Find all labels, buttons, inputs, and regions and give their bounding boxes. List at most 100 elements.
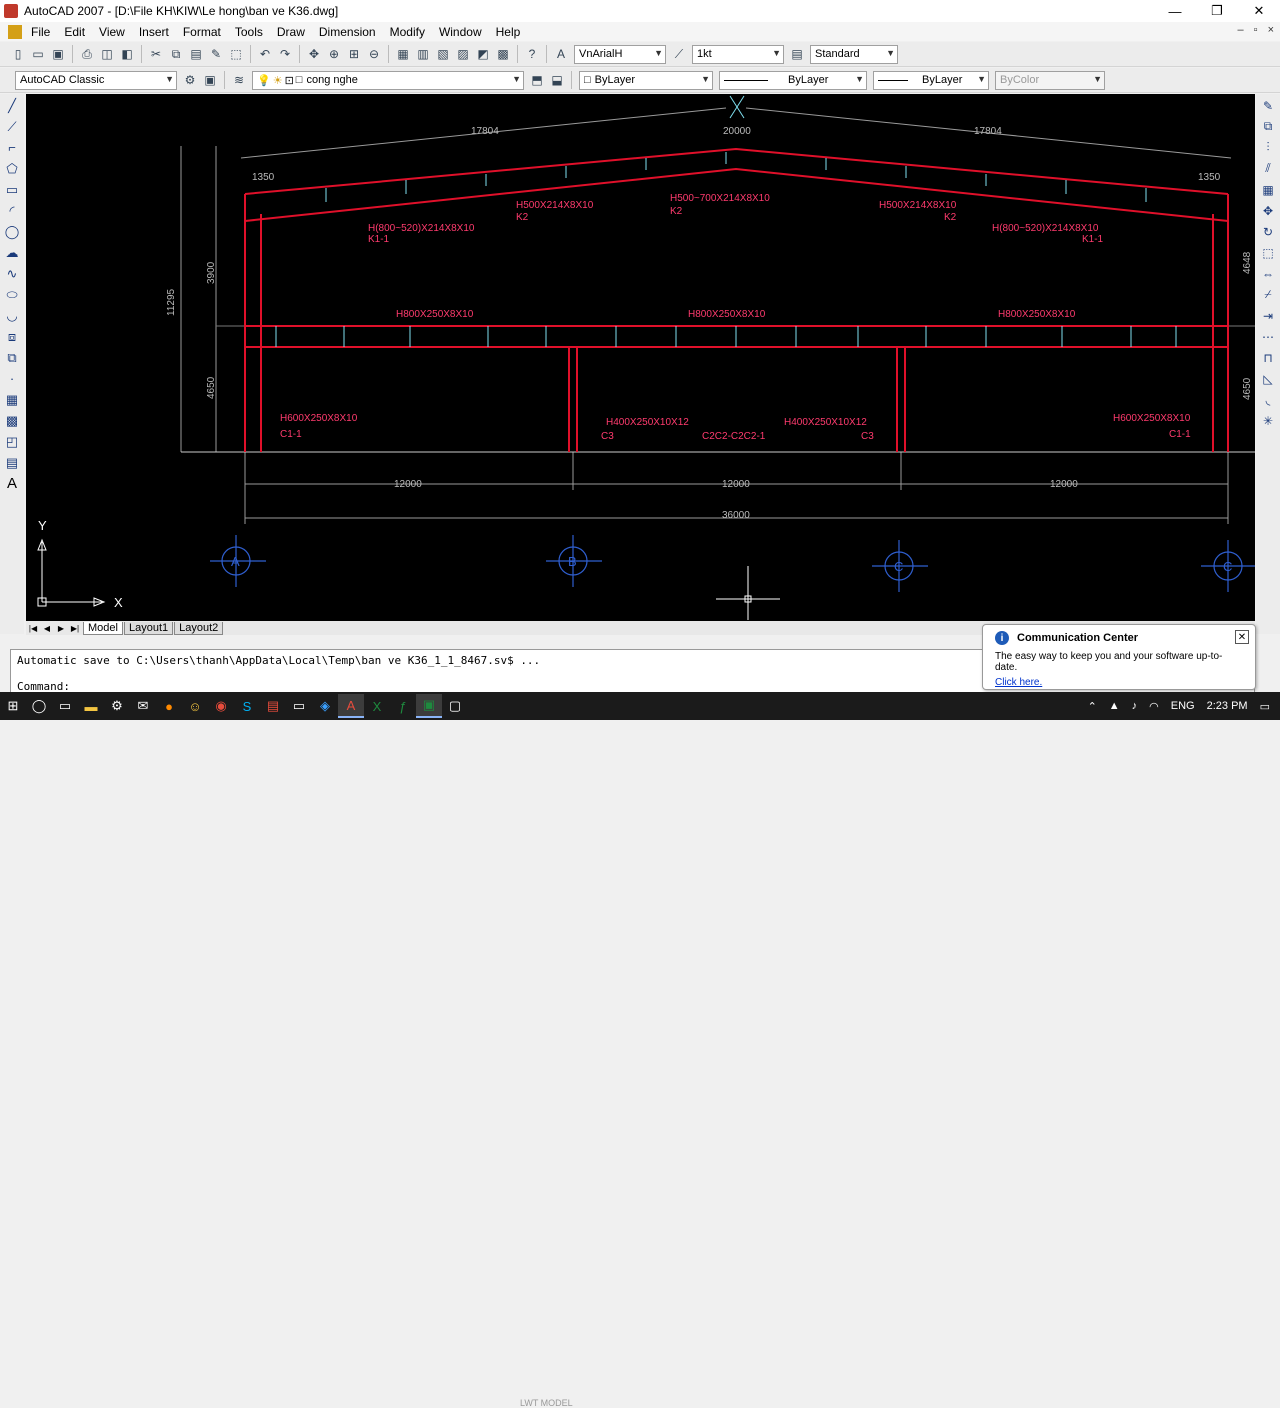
restore-button[interactable]: ❐ — [1196, 0, 1238, 22]
app-icon-6[interactable]: ▢ — [442, 694, 468, 718]
mail-icon[interactable]: ✉ — [130, 694, 156, 718]
layer-previous-icon[interactable]: ⬓ — [548, 71, 566, 89]
layer-manager-icon[interactable]: ≋ — [230, 71, 248, 89]
table-style-select[interactable]: Standard ▼ — [810, 44, 898, 64]
windows-start-icon[interactable]: ⊞ — [0, 694, 26, 718]
tab-layout2[interactable]: Layout2 — [174, 621, 224, 635]
menu-insert[interactable]: Insert — [132, 25, 176, 39]
mirror-icon[interactable]: ⫶ — [1259, 138, 1277, 157]
properties-icon[interactable]: ▦ — [394, 45, 412, 63]
rotate-icon[interactable]: ↻ — [1259, 222, 1277, 241]
offset-icon[interactable]: ⫽ — [1259, 159, 1277, 178]
scale-icon[interactable]: ⬚ — [1259, 243, 1277, 262]
menu-format[interactable]: Format — [176, 25, 228, 39]
region-icon[interactable]: ◰ — [3, 432, 21, 451]
menu-tools[interactable]: Tools — [228, 25, 270, 39]
workspace-settings-icon[interactable]: ⚙ — [181, 71, 199, 89]
insert-block-icon[interactable]: ⧈ — [3, 327, 21, 346]
menu-modify[interactable]: Modify — [383, 25, 432, 39]
menu-dimension[interactable]: Dimension — [312, 25, 383, 39]
array-icon[interactable]: ▦ — [1259, 180, 1277, 199]
cut-icon[interactable]: ✂ — [147, 45, 165, 63]
menu-view[interactable]: View — [92, 25, 132, 39]
excel-icon[interactable]: X — [364, 694, 390, 718]
prev-tab-icon[interactable]: ◀ — [40, 622, 54, 634]
markup-icon[interactable]: ◩ — [474, 45, 492, 63]
point-icon[interactable]: · — [3, 369, 21, 388]
settings-icon[interactable]: ⚙ — [104, 694, 130, 718]
file-explorer-icon[interactable]: ▬ — [78, 694, 104, 718]
minimize-button[interactable]: — — [1154, 0, 1196, 22]
zoom-previous-icon[interactable]: ⊖ — [365, 45, 383, 63]
save-icon[interactable]: ▣ — [49, 45, 67, 63]
linetype-select[interactable]: ByLayer ▼ — [719, 70, 867, 90]
emoji-app-icon[interactable]: ☺ — [182, 694, 208, 718]
menu-help[interactable]: Help — [489, 25, 528, 39]
erase-icon[interactable]: ✎ — [1259, 96, 1277, 115]
polygon-icon[interactable]: ⬠ — [3, 159, 21, 178]
menu-window[interactable]: Window — [432, 25, 489, 39]
rectangle-icon[interactable]: ▭ — [3, 180, 21, 199]
tool-palettes-icon[interactable]: ▧ — [434, 45, 452, 63]
ellipse-arc-icon[interactable]: ◡ — [3, 306, 21, 325]
layer-select[interactable]: 💡 ☀ ⊡ □ cong nghe ▼ — [252, 70, 524, 90]
volume-icon[interactable]: ♪ — [1132, 700, 1138, 712]
dim-style-select[interactable]: 1kt ▼ — [692, 44, 784, 64]
chamfer-icon[interactable]: ◺ — [1259, 369, 1277, 388]
help-icon[interactable]: ? — [523, 45, 541, 63]
make-block-icon[interactable]: ⧉ — [3, 348, 21, 367]
ellipse-icon[interactable]: ⬭ — [3, 285, 21, 304]
undo-icon[interactable]: ↶ — [256, 45, 274, 63]
chevron-up-icon[interactable]: ⌃ — [1088, 700, 1097, 713]
gradient-icon[interactable]: ▩ — [3, 411, 21, 430]
tab-model[interactable]: Model — [83, 621, 123, 635]
redo-icon[interactable]: ↷ — [276, 45, 294, 63]
calculator-icon[interactable]: ▩ — [494, 45, 512, 63]
tab-layout1[interactable]: Layout1 — [123, 621, 174, 635]
notification-close-button[interactable]: ✕ — [1235, 630, 1249, 644]
design-center-icon[interactable]: ▥ — [414, 45, 432, 63]
make-layer-current-icon[interactable]: ⬒ — [528, 71, 546, 89]
doc-minimize-button[interactable]: – — [1238, 24, 1244, 36]
skype-icon[interactable]: S — [234, 694, 260, 718]
block-editor-icon[interactable]: ⬚ — [227, 45, 245, 63]
app-icon-4[interactable]: ƒ — [390, 694, 416, 718]
chrome-icon[interactable]: ◉ — [208, 694, 234, 718]
task-view-icon[interactable]: ▭ — [52, 694, 78, 718]
open-icon[interactable]: ▭ — [29, 45, 47, 63]
next-tab-icon[interactable]: ▶ — [54, 622, 68, 634]
line-icon[interactable]: ╱ — [3, 96, 21, 115]
doc-close-button[interactable]: × — [1268, 24, 1274, 36]
lineweight-select[interactable]: ByLayer ▼ — [873, 70, 989, 90]
network-icon[interactable]: ▲ — [1109, 700, 1120, 712]
sheet-set-icon[interactable]: ▨ — [454, 45, 472, 63]
copy-object-icon[interactable]: ⧉ — [1259, 117, 1277, 136]
app-icon-2[interactable]: ▭ — [286, 694, 312, 718]
hatch-icon[interactable]: ▦ — [3, 390, 21, 409]
menu-edit[interactable]: Edit — [57, 25, 92, 39]
zoom-window-icon[interactable]: ⊞ — [345, 45, 363, 63]
zoom-realtime-icon[interactable]: ⊕ — [325, 45, 343, 63]
app-icon-3[interactable]: ◈ — [312, 694, 338, 718]
fillet-icon[interactable]: ◟ — [1259, 390, 1277, 409]
trim-icon[interactable]: ⌿ — [1259, 285, 1277, 304]
wifi-icon[interactable]: ◠ — [1149, 700, 1159, 713]
break-icon[interactable]: ⋯ — [1259, 327, 1277, 346]
stretch-icon[interactable]: ⇔ — [1259, 264, 1277, 283]
workspace-save-icon[interactable]: ▣ — [201, 71, 219, 89]
clock[interactable]: 2:23 PM — [1207, 700, 1248, 712]
circle-icon[interactable]: ◯ — [3, 222, 21, 241]
new-icon[interactable]: ▯ — [9, 45, 27, 63]
explode-icon[interactable]: ✳ — [1259, 411, 1277, 430]
table-icon[interactable]: ▤ — [3, 453, 21, 472]
extend-icon[interactable]: ⇥ — [1259, 306, 1277, 325]
text-style-select[interactable]: VnArialH ▼ — [574, 44, 666, 64]
first-tab-icon[interactable]: |◀ — [26, 622, 40, 634]
move-icon[interactable]: ✥ — [1259, 201, 1277, 220]
last-tab-icon[interactable]: ▶| — [68, 622, 82, 634]
autocad-taskbar-icon[interactable]: A — [338, 694, 364, 718]
construction-line-icon[interactable]: ⟋ — [3, 117, 21, 136]
drawing-file-icon[interactable] — [8, 24, 22, 39]
notification-link[interactable]: Click here. — [995, 677, 1243, 688]
polyline-icon[interactable]: ⌐ — [3, 138, 21, 157]
